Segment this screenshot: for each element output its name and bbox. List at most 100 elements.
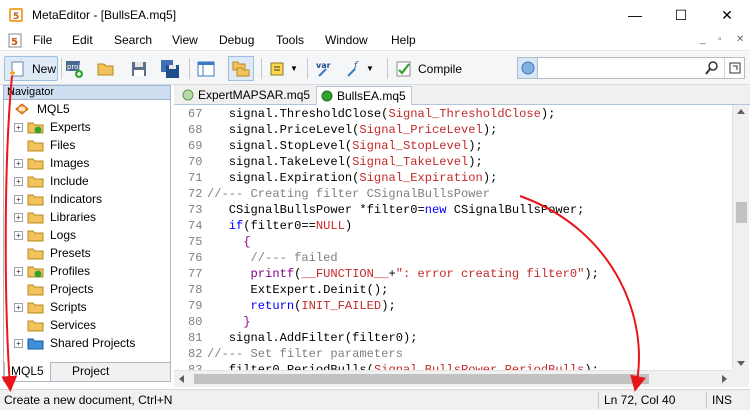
mql5-root-icon xyxy=(15,102,29,115)
scroll-right-icon[interactable] xyxy=(722,375,727,383)
styler-icon xyxy=(270,62,284,75)
expand-icon[interactable]: + xyxy=(14,122,23,132)
code-line[interactable]: signal.AddFilter(filter0); xyxy=(207,331,418,345)
mdi-close-button[interactable]: ✕ xyxy=(736,34,744,45)
menu-edit[interactable]: Edit xyxy=(72,33,93,47)
horizontal-scrollbar[interactable] xyxy=(174,370,732,387)
tab-expertmapsar[interactable]: ExpertMAPSAR.mq5 xyxy=(178,86,315,105)
line-number: 67 xyxy=(188,107,203,121)
code-line[interactable]: signal.TakeLevel(Signal_TakeLevel); xyxy=(207,155,483,169)
line-number: 79 xyxy=(188,299,203,313)
close-button[interactable]: ✕ xyxy=(704,0,750,30)
tree-item-experts[interactable]: + Experts xyxy=(14,118,91,136)
menu-file[interactable]: File xyxy=(33,33,52,47)
navigator-close-button[interactable]: ✕ xyxy=(7,86,168,99)
save-all-button[interactable] xyxy=(160,56,180,81)
tree-item-indicators[interactable]: + Indicators xyxy=(14,190,102,208)
code-line[interactable]: //--- Creating filter CSignalBullsPower xyxy=(207,187,490,201)
menu-tools[interactable]: Tools xyxy=(276,33,304,47)
menu-window[interactable]: Window xyxy=(325,33,368,47)
expand-icon[interactable]: + xyxy=(14,194,23,204)
tree-item-include[interactable]: + Include xyxy=(14,172,89,190)
expand-icon[interactable]: + xyxy=(14,266,23,276)
tree-item-label: Scripts xyxy=(50,300,87,314)
code-line[interactable]: signal.StopLevel(Signal_StopLevel); xyxy=(207,139,483,153)
navigator-header: Navigator ✕ xyxy=(3,85,171,100)
document-icon[interactable]: 5 xyxy=(8,33,22,48)
menu-search[interactable]: Search xyxy=(114,33,152,47)
tree-item-shared-projects[interactable]: + Shared Projects xyxy=(14,334,135,352)
code-token: ); xyxy=(584,363,599,370)
tab-mql5[interactable]: MQL5 xyxy=(4,362,51,382)
code-line[interactable]: } xyxy=(207,315,250,329)
compile-button[interactable]: Compile xyxy=(394,56,462,81)
horizontal-scroll-thumb[interactable] xyxy=(194,374,649,384)
styler-button[interactable]: ▼ xyxy=(268,56,298,81)
tree-item-label: Libraries xyxy=(50,210,97,224)
insert-function-button[interactable]: f ▼ xyxy=(344,56,374,81)
code-line[interactable]: ExtExpert.Deinit(); xyxy=(207,283,389,297)
tree-root-mql5[interactable]: MQL5 xyxy=(14,100,70,118)
menu-help[interactable]: Help xyxy=(391,33,416,47)
navigator-window-icon xyxy=(197,61,215,76)
code-line[interactable]: signal.ThresholdClose(Signal_ThresholdCl… xyxy=(207,107,556,121)
navigator-tabs: MQL5 Project xyxy=(3,362,171,382)
search-dropdown-button[interactable] xyxy=(724,58,744,78)
tab-mql5-label: MQL5 xyxy=(11,364,44,378)
search-scope-button[interactable] xyxy=(518,58,538,78)
insert-variable-button[interactable]: var xyxy=(314,56,334,81)
new-project-button[interactable]: proj xyxy=(64,56,84,81)
code-line[interactable]: return(INIT_FAILED); xyxy=(207,299,396,313)
menu-debug[interactable]: Debug xyxy=(219,33,254,47)
tab-bullsea[interactable]: BullsEA.mq5 xyxy=(316,86,412,106)
mdi-minimize-button[interactable]: _ xyxy=(700,34,706,45)
minimize-button[interactable]: — xyxy=(612,0,658,30)
code-line[interactable]: signal.PriceLevel(Signal_PriceLevel); xyxy=(207,123,498,137)
scroll-left-icon[interactable] xyxy=(179,375,184,383)
search-input[interactable] xyxy=(517,57,745,79)
new-button[interactable]: New xyxy=(4,56,58,81)
expand-icon[interactable]: + xyxy=(14,230,23,240)
folder-icon xyxy=(27,158,44,169)
vertical-scroll-thumb[interactable] xyxy=(736,202,747,223)
tree-item-presets[interactable]: Presets xyxy=(14,244,91,262)
expand-icon[interactable]: + xyxy=(14,212,23,222)
code-line[interactable]: signal.Expiration(Signal_Expiration); xyxy=(207,171,498,185)
expand-icon[interactable]: + xyxy=(14,158,23,168)
scroll-up-icon[interactable] xyxy=(737,109,745,114)
tab-project[interactable]: Project xyxy=(66,362,115,382)
tree-item-files[interactable]: Files xyxy=(14,136,75,154)
tree-item-profiles[interactable]: + Profiles xyxy=(14,262,90,280)
tree-item-scripts[interactable]: + Scripts xyxy=(14,298,87,316)
expand-icon[interactable]: + xyxy=(14,302,23,312)
vertical-scrollbar[interactable] xyxy=(732,105,749,370)
toolbox-toggle-button[interactable] xyxy=(228,56,254,81)
code-line[interactable]: //--- failed xyxy=(207,251,338,265)
navigator-toggle-button[interactable] xyxy=(196,56,216,81)
code-line[interactable]: CSignalBullsPower *filter0=new CSignalBu… xyxy=(207,203,585,217)
mdi-restore-button[interactable]: ▫ xyxy=(718,34,722,45)
expand-icon[interactable]: + xyxy=(14,176,23,186)
toolbar-separator xyxy=(261,58,262,79)
code-line[interactable]: filter0.PeriodBulls(Signal_BullsPower_Pe… xyxy=(207,363,599,370)
tree-item-images[interactable]: + Images xyxy=(14,154,89,172)
open-button[interactable] xyxy=(96,56,116,81)
tree-item-libraries[interactable]: + Libraries xyxy=(14,208,96,226)
code-editor[interactable]: 67 68 69 70 71 72 73 74 75 76 77 78 79 80 81 82 83 signa… xyxy=(174,105,750,370)
search-icon[interactable] xyxy=(704,60,720,76)
scroll-down-icon[interactable] xyxy=(737,361,745,366)
tree-item-services[interactable]: Services xyxy=(14,316,96,334)
tree-item-logs[interactable]: + Logs xyxy=(14,226,76,244)
save-button[interactable] xyxy=(129,56,149,81)
maximize-button[interactable]: ☐ xyxy=(658,0,704,30)
code-line[interactable]: if(filter0==NULL) xyxy=(207,219,352,233)
menu-view[interactable]: View xyxy=(172,33,198,47)
tree-item-projects[interactable]: Projects xyxy=(14,280,93,298)
code-line[interactable]: printf(__FUNCTION__+": error creating fi… xyxy=(207,267,599,281)
code-line[interactable]: //--- Set filter parameters xyxy=(207,347,403,361)
expand-icon[interactable]: + xyxy=(14,338,23,348)
code-line[interactable]: { xyxy=(207,235,250,249)
